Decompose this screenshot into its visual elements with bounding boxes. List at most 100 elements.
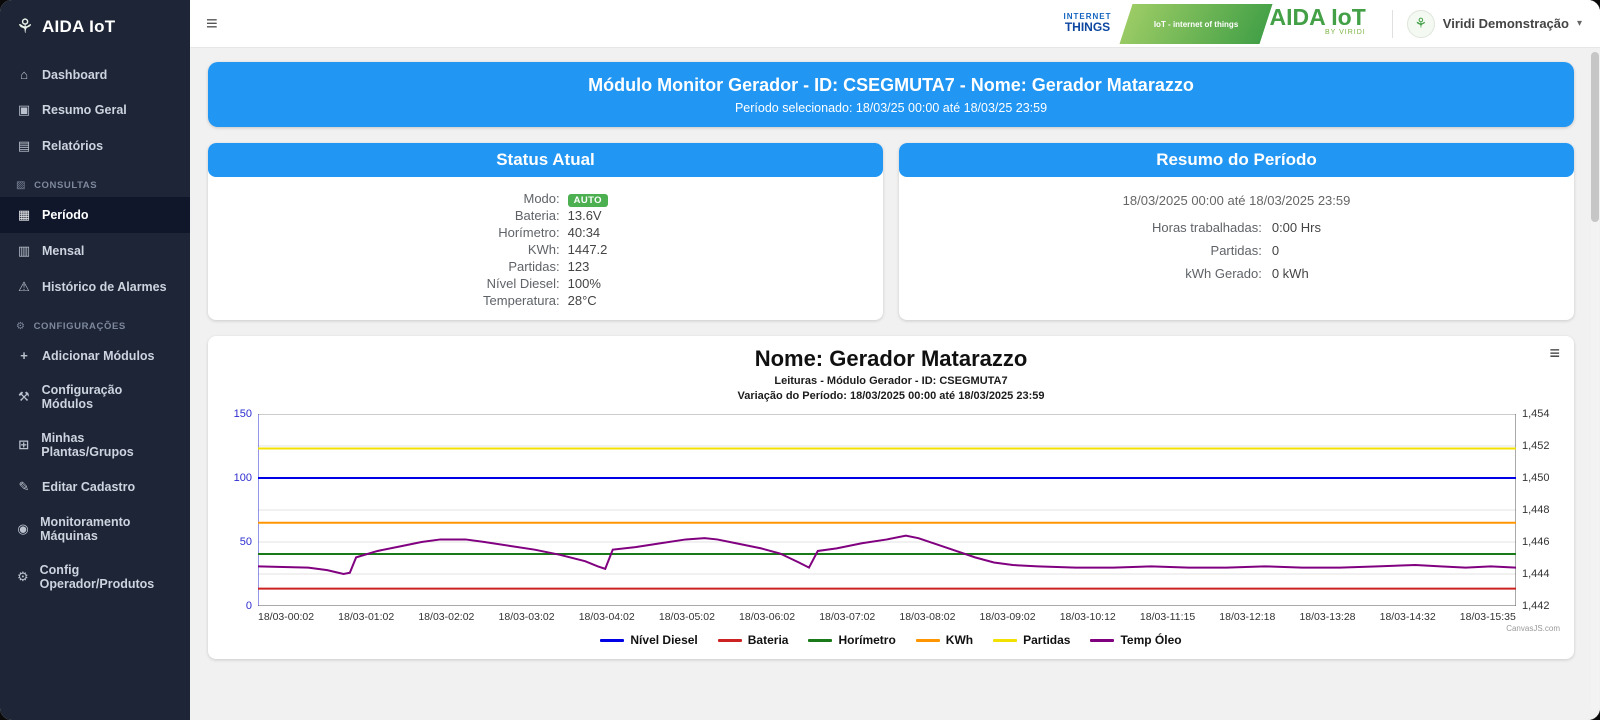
x-tick: 18/03-15:35 [1459, 611, 1516, 623]
x-tick: 18/03-13:28 [1299, 611, 1356, 623]
gear-icon: ⚙ [16, 321, 26, 332]
legend-kwh[interactable]: KWh [915, 633, 974, 647]
reports-icon: ▤ [17, 138, 31, 153]
legend-horimetro[interactable]: Horímetro [808, 633, 896, 647]
user-name: Viridi Demonstração [1442, 16, 1569, 31]
x-tick: 18/03-04:02 [578, 611, 635, 623]
sidebar-item-periodo[interactable]: ▦ Período [0, 197, 190, 233]
legend-swatch [915, 638, 940, 642]
sidebar-item-configuracao-modulos[interactable]: ⚒ Configuração Módulos [0, 373, 190, 421]
x-tick: 18/03-07:02 [819, 611, 876, 623]
right-tick: 1,444 [1522, 567, 1550, 580]
alarm-warning-icon: ⚠ [18, 279, 30, 294]
sidebar-item-label: Configuração Módulos [41, 383, 123, 411]
status-label: KWh: [527, 242, 560, 257]
sidebar-item-historico-alarmes[interactable]: ⚠ Histórico de Alarmes [0, 269, 190, 305]
status-value: 1447.2 [567, 242, 608, 257]
green-strip: IoT - internet of things [1119, 3, 1273, 44]
sidebar-item-monitoramento-maquinas[interactable]: ◉ Monitoramento Máquinas [0, 505, 190, 553]
add-module-icon: + [20, 348, 28, 363]
status-label: Modo: [523, 191, 560, 206]
legend-nivel-diesel[interactable]: Nível Diesel [600, 633, 698, 647]
sidebar-item-editar-cadastro[interactable]: ✎ Editar Cadastro [0, 469, 190, 505]
status-card-title: Status Atual [208, 143, 883, 177]
legend-label: KWh [945, 633, 974, 647]
chart-plot[interactable] [258, 414, 1516, 606]
status-mode-badge: AUTO [567, 191, 608, 207]
period-summary-title: Resumo do Período [899, 143, 1574, 177]
wordcloud-line2: THINGS [1064, 20, 1111, 35]
summary-label: kWh Gerado: [1185, 266, 1262, 281]
sidebar-item-config-operador-produtos[interactable]: ⚙ Config Operador/Produtos [0, 553, 190, 601]
chart-card: ≡ Nome: Gerador Matarazzo Leituras - Mód… [208, 336, 1574, 659]
status-label: Partidas: [508, 259, 560, 274]
grid-icon: ⊞ [18, 437, 30, 452]
legend-swatch [1090, 638, 1115, 642]
chart-svg [258, 414, 1516, 606]
sidebar-item-resumo-geral[interactable]: ▣ Resumo Geral [0, 92, 190, 128]
sidebar-item-label: Histórico de Alarmes [42, 280, 167, 294]
status-value: 13.6V [567, 208, 602, 223]
chart-area: 150 100 50 0 1,454 1,452 1,450 1,448 1,4… [224, 408, 1558, 612]
home-icon: ⌂ [20, 67, 28, 82]
app-title: AIDA IoT [41, 16, 116, 36]
sidebar-item-mensal[interactable]: ▥ Mensal [0, 233, 190, 269]
user-menu[interactable]: ⚘ Viridi Demonstração ▾ [1406, 9, 1582, 38]
period-summary-card: Resumo do Período 18/03/2025 00:00 até 1… [899, 143, 1574, 320]
legend-partidas[interactable]: Partidas [993, 633, 1070, 647]
sidebar-item-minhas-plantas-grupos[interactable]: ⊞ Minhas Plantas/Grupos [0, 421, 190, 469]
vertical-scrollbar[interactable] [1591, 52, 1599, 712]
left-tick: 150 [233, 408, 252, 420]
user-avatar: ⚘ [1406, 9, 1435, 38]
auto-badge: AUTO [567, 194, 608, 207]
sidebar-item-label: Config Operador/Produtos [39, 563, 155, 591]
left-axis: 150 100 50 0 [224, 408, 258, 612]
chart-menu-icon[interactable]: ≡ [1549, 344, 1560, 362]
sidebar-section-consultas: ▨ CONSULTAS [0, 164, 190, 197]
canvasjs-watermark[interactable]: CanvasJS.com [1506, 624, 1560, 633]
chart-subtitle-1: Leituras - Módulo Gerador - ID: CSEGMUTA… [774, 375, 1008, 387]
calendar-month-icon: ▥ [17, 243, 31, 258]
wrench-icon: ⚒ [17, 389, 30, 404]
status-value: 100% [567, 276, 601, 291]
x-tick: 18/03-00:02 [258, 611, 315, 623]
sidebar-item-dashboard[interactable]: ⌂ Dashboard [0, 57, 190, 92]
legend-bateria[interactable]: Bateria [717, 633, 788, 647]
period-range: 18/03/2025 00:00 até 18/03/2025 23:59 [1122, 193, 1351, 208]
sidebar-item-relatorios[interactable]: ▤ Relatórios [0, 128, 190, 164]
x-tick: 18/03-09:02 [979, 611, 1036, 623]
sidebar-section-label: CONSULTAS [34, 180, 98, 191]
chart-subtitle-2: Variação do Período: 18/03/2025 00:00 at… [737, 390, 1045, 402]
right-tick: 1,448 [1522, 504, 1550, 516]
summary-value: 0 kWh [1271, 266, 1309, 281]
legend-label: Temp Óleo [1120, 633, 1182, 647]
topbar: ≡ INTERNET THINGS IoT - internet of thin… [190, 0, 1600, 48]
sidebar-item-label: Adicionar Módulos [42, 348, 155, 363]
summary-label: Partidas: [1210, 243, 1262, 258]
sidebar-item-adicionar-modulos[interactable]: + Adicionar Módulos [0, 338, 190, 373]
monitor-icon: ◉ [17, 521, 29, 536]
iot-wordcloud: INTERNET THINGS [1042, 4, 1134, 44]
x-tick: 18/03-02:02 [418, 611, 475, 623]
right-tick: 1,450 [1522, 471, 1550, 484]
scrollbar-thumb[interactable] [1591, 52, 1599, 222]
right-tick: 1,442 [1522, 600, 1550, 612]
x-tick: 18/03-14:32 [1379, 611, 1436, 623]
module-banner-title: Módulo Monitor Gerador - ID: CSEGMUTA7 -… [588, 75, 1194, 95]
x-tick: 18/03-08:02 [899, 611, 956, 623]
sidebar-item-label: Monitoramento Máquinas [40, 515, 131, 543]
left-tick: 100 [233, 471, 252, 484]
hamburger-menu-icon[interactable]: ≡ [206, 14, 218, 34]
legend-temp-oleo[interactable]: Temp Óleo [1090, 633, 1182, 647]
status-label: Bateria: [514, 208, 560, 223]
topbar-right: INTERNET THINGS IoT - internet of things… [1042, 3, 1582, 44]
x-tick: 18/03-10:12 [1059, 611, 1116, 623]
main-area: ≡ INTERNET THINGS IoT - internet of thin… [190, 0, 1600, 720]
x-tick: 18/03-06:02 [739, 611, 796, 623]
legend-swatch [717, 638, 742, 642]
sidebar-section-label: CONFIGURAÇÕES [33, 321, 126, 332]
right-tick: 1,454 [1522, 408, 1550, 420]
x-axis-labels: 18/03-00:02 18/03-01:02 18/03-02:02 18/0… [258, 611, 1516, 623]
x-tick: 18/03-05:02 [658, 611, 715, 623]
x-tick: 18/03-01:02 [338, 611, 395, 623]
